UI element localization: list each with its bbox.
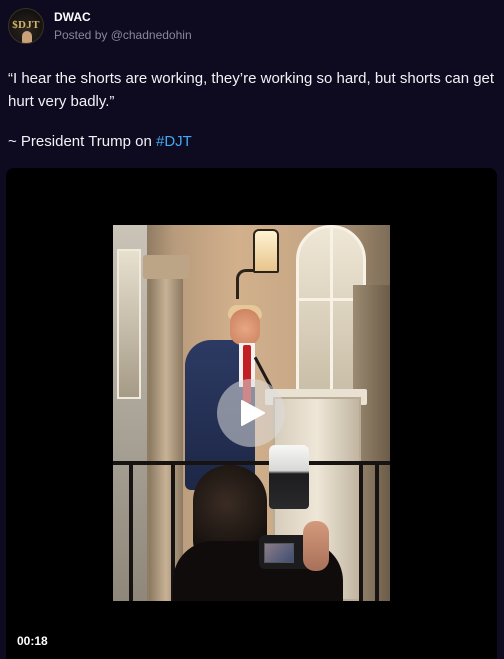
hashtag-link[interactable]: #DJT xyxy=(156,133,192,150)
avatar[interactable]: $DJT xyxy=(8,8,44,44)
video-duration: 00:18 xyxy=(17,634,48,648)
post-text: “I hear the shorts are working, they’re … xyxy=(8,70,495,110)
post-attribution: ~ President Trump on #DJT xyxy=(8,131,192,152)
display-name[interactable]: DWAC xyxy=(54,9,192,25)
lantern-icon xyxy=(253,229,279,273)
post-card: $DJT DWAC Posted by @chadnedohin “I hear… xyxy=(0,0,504,659)
avatar-face-icon xyxy=(22,31,32,43)
avatar-logo-text: $DJT xyxy=(12,19,40,31)
attribution-text: ~ President Trump on xyxy=(8,133,156,150)
post-header: $DJT DWAC Posted by @chadnedohin xyxy=(8,8,192,44)
video-player[interactable]: 00:18 xyxy=(6,168,497,659)
play-icon xyxy=(241,400,265,426)
author-info: DWAC Posted by @chadnedohin xyxy=(54,9,192,43)
play-button[interactable] xyxy=(217,379,285,447)
posted-by-handle[interactable]: Posted by @chadnedohin xyxy=(54,27,192,43)
